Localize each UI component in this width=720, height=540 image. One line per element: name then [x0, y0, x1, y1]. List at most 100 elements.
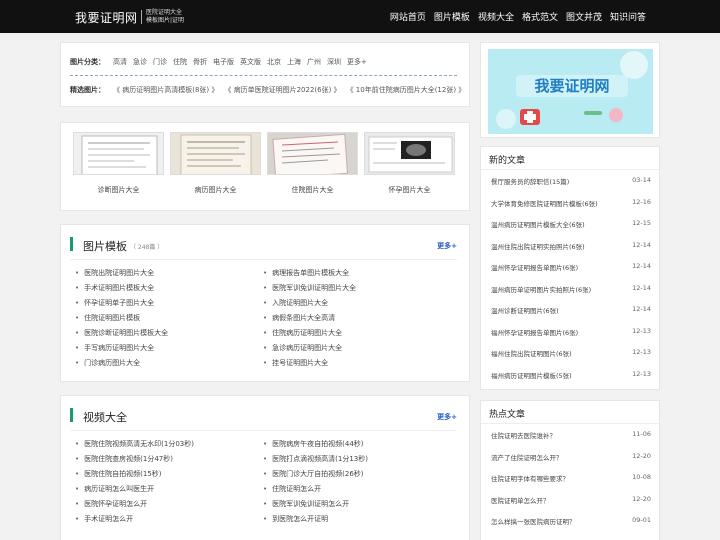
- featured-link-1[interactable]: 《 病历证明图片高清模板(8张) 》: [113, 85, 218, 95]
- article-row[interactable]: 温州怀孕证明报告单图片(6张) 12-14: [491, 262, 651, 284]
- diagnosis-image[interactable]: [73, 132, 164, 175]
- tag-beijing[interactable]: 北京: [267, 57, 281, 67]
- list-item[interactable]: 医院门诊大厅自拍视频(26秒): [263, 469, 451, 484]
- list-item[interactable]: 病历证明怎么叫医生开: [75, 484, 263, 499]
- article-date: 12-16: [632, 197, 651, 206]
- article-title[interactable]: 流产了住院证明怎么开？: [491, 452, 563, 474]
- list-item[interactable]: 医院出院证明图片大全: [75, 268, 263, 283]
- article-title[interactable]: 温州病历单证明图片实拍照片(6张): [491, 284, 591, 306]
- tag-shanghai[interactable]: 上海: [287, 57, 301, 67]
- list-item[interactable]: 医院军训免训证明图片大全: [263, 283, 451, 298]
- article-title[interactable]: 大学体育免修医院证明图片模板(6张): [491, 198, 598, 220]
- article-date: 12-20: [632, 451, 651, 460]
- list-item[interactable]: 病理报告单图片模板大全: [263, 268, 451, 283]
- hospitalization-image[interactable]: [267, 132, 358, 175]
- article-title[interactable]: 住院证明去医院谁补？: [491, 430, 556, 452]
- tag-electronic[interactable]: 电子版: [213, 57, 234, 67]
- article-title[interactable]: 怎么样搞一张医院病历证明？: [491, 516, 576, 538]
- list-item[interactable]: 住院病历证明图片大全: [263, 328, 451, 343]
- nav-formats[interactable]: 格式范文: [522, 10, 558, 23]
- list-item[interactable]: 医院打点滴视频高清(1分13秒): [263, 454, 451, 469]
- gallery-item[interactable]: 怀孕图片大全: [364, 132, 455, 195]
- nav-home[interactable]: 网站首页: [390, 10, 426, 23]
- article-title[interactable]: 温州怀孕证明报告单图片(6张): [491, 262, 578, 284]
- gallery-item[interactable]: 病历图片大全: [170, 132, 261, 195]
- article-title[interactable]: 福州住院出院证明图片(6张): [491, 348, 572, 370]
- article-title[interactable]: 福州怀孕证明报告单图片(6张): [491, 327, 578, 349]
- list-item[interactable]: 住院证明怎么开: [263, 484, 451, 499]
- article-title[interactable]: 餐厅服务员的辞职信(15篇): [491, 176, 569, 198]
- article-title[interactable]: 福州病历证明图片模板(5张): [491, 370, 572, 392]
- tag-english[interactable]: 英文版: [240, 57, 261, 67]
- gallery-caption[interactable]: 怀孕图片大全: [364, 185, 455, 195]
- list-item[interactable]: 挂号证明图片大全: [263, 358, 451, 373]
- medical-record-image[interactable]: [170, 132, 261, 175]
- article-row[interactable]: 住院证明去医院谁补？ 11-06: [491, 430, 651, 452]
- list-item[interactable]: 医院军训免训证明怎么开: [263, 499, 451, 514]
- nav-illustrated[interactable]: 图文并茂: [566, 10, 602, 23]
- nav-qa[interactable]: 知识问答: [610, 10, 646, 23]
- list-item[interactable]: 住院证明图片模板: [75, 313, 263, 328]
- gallery-item[interactable]: 住院图片大全: [267, 132, 358, 195]
- list-item[interactable]: 门诊病历图片大全: [75, 358, 263, 373]
- list-item[interactable]: 医院住院视频高清无水印(1分03秒): [75, 439, 263, 454]
- tag-fracture[interactable]: 骨折: [193, 57, 207, 67]
- category-label: 图片分类：: [70, 58, 105, 66]
- list-item[interactable]: 怀孕证明单子图片大全: [75, 298, 263, 313]
- list-column-right: 医院病房午夜自拍视频(44秒) 医院打点滴视频高清(1分13秒) 医院门诊大厅自…: [263, 439, 451, 529]
- article-row[interactable]: 流产了住院证明怎么开？ 12-20: [491, 452, 651, 474]
- featured-link-3[interactable]: 《 10年前住院病历图片大全(12张) 》: [347, 85, 466, 95]
- list-item[interactable]: 病假条图片大全高清: [263, 313, 451, 328]
- list-item[interactable]: 医院诊断证明图片模板大全: [75, 328, 263, 343]
- article-row[interactable]: 住院证明字体有哪些要求？ 10-08: [491, 473, 651, 495]
- nav-templates[interactable]: 图片模板: [434, 10, 470, 23]
- gallery-caption[interactable]: 住院图片大全: [267, 185, 358, 195]
- article-title[interactable]: 温州诊断证明图片(6张): [491, 305, 559, 327]
- site-logo[interactable]: 我要证明网: [75, 9, 138, 26]
- list-item[interactable]: 手写病历证明图片大全: [75, 343, 263, 358]
- tag-inpatient[interactable]: 住院: [173, 57, 187, 67]
- gallery-caption[interactable]: 病历图片大全: [170, 185, 261, 195]
- article-title[interactable]: 医院证明单怎么开？: [491, 495, 550, 517]
- article-date: 12-14: [632, 262, 651, 270]
- article-row[interactable]: 大学体育免修医院证明图片模板(6张) 12-16: [491, 198, 651, 220]
- list-item[interactable]: 手术证明怎么开: [75, 514, 263, 529]
- tag-hd[interactable]: 高清: [113, 57, 127, 67]
- tag-guangzhou[interactable]: 广州: [307, 57, 321, 67]
- article-row[interactable]: 温州病历单证明图片实拍照片(6张) 12-14: [491, 284, 651, 306]
- article-title[interactable]: 温州病历证明图片模板大全(6张): [491, 219, 585, 241]
- list-item[interactable]: 医院怀孕证明怎么开: [75, 499, 263, 514]
- more-link[interactable]: 更多+: [437, 412, 457, 422]
- article-row[interactable]: 福州住院出院证明图片(6张) 12-13: [491, 348, 651, 370]
- article-row[interactable]: 餐厅服务员的辞职信(15篇) 03-14: [491, 176, 651, 198]
- featured-link-2[interactable]: 《 病历单医院证明图片2022(6张) 》: [224, 85, 340, 95]
- list-item[interactable]: 医院住院自拍视频(15秒): [75, 469, 263, 484]
- article-title[interactable]: 住院证明字体有哪些要求？: [491, 473, 569, 495]
- more-link[interactable]: 更多+: [437, 241, 457, 251]
- list-item[interactable]: 急诊病历证明图片大全: [263, 343, 451, 358]
- article-row[interactable]: 温州诊断证明图片(6张) 12-14: [491, 305, 651, 327]
- list-item[interactable]: 入院证明图片大全: [263, 298, 451, 313]
- list-item[interactable]: 医院住院查房视频(1分47秒): [75, 454, 263, 469]
- article-row[interactable]: 医院证明单怎么开？ 12-20: [491, 495, 651, 517]
- tag-outpatient[interactable]: 门诊: [153, 57, 167, 67]
- list-item[interactable]: 到医院怎么开证明: [263, 514, 451, 529]
- article-title[interactable]: 温州住院出院证明实拍照片(6张): [491, 241, 585, 263]
- article-row[interactable]: 温州病历证明图片模板大全(6张) 12-15: [491, 219, 651, 241]
- main-nav: 网站首页 图片模板 视频大全 格式范文 图文并茂 知识问答: [390, 10, 646, 23]
- site-banner[interactable]: 我要证明网: [488, 49, 653, 134]
- article-date: 12-20: [632, 494, 651, 503]
- tag-shenzhen[interactable]: 深圳: [327, 57, 341, 67]
- list-item[interactable]: 手术证明图片模板大全: [75, 283, 263, 298]
- article-row[interactable]: 怎么样搞一张医院病历证明？ 09-01: [491, 516, 651, 538]
- article-row[interactable]: 福州病历证明图片模板(5张) 12-13: [491, 370, 651, 392]
- tag-emergency[interactable]: 急诊: [133, 57, 147, 67]
- gallery-caption[interactable]: 诊断图片大全: [73, 185, 164, 195]
- nav-videos[interactable]: 视频大全: [478, 10, 514, 23]
- article-row[interactable]: 福州怀孕证明报告单图片(6张) 12-13: [491, 327, 651, 349]
- tag-more[interactable]: 更多+: [347, 57, 367, 67]
- pregnancy-image[interactable]: [364, 132, 455, 175]
- gallery-item[interactable]: 诊断图片大全: [73, 132, 164, 195]
- list-item[interactable]: 医院病房午夜自拍视频(44秒): [263, 439, 451, 454]
- article-row[interactable]: 温州住院出院证明实拍照片(6张) 12-14: [491, 241, 651, 263]
